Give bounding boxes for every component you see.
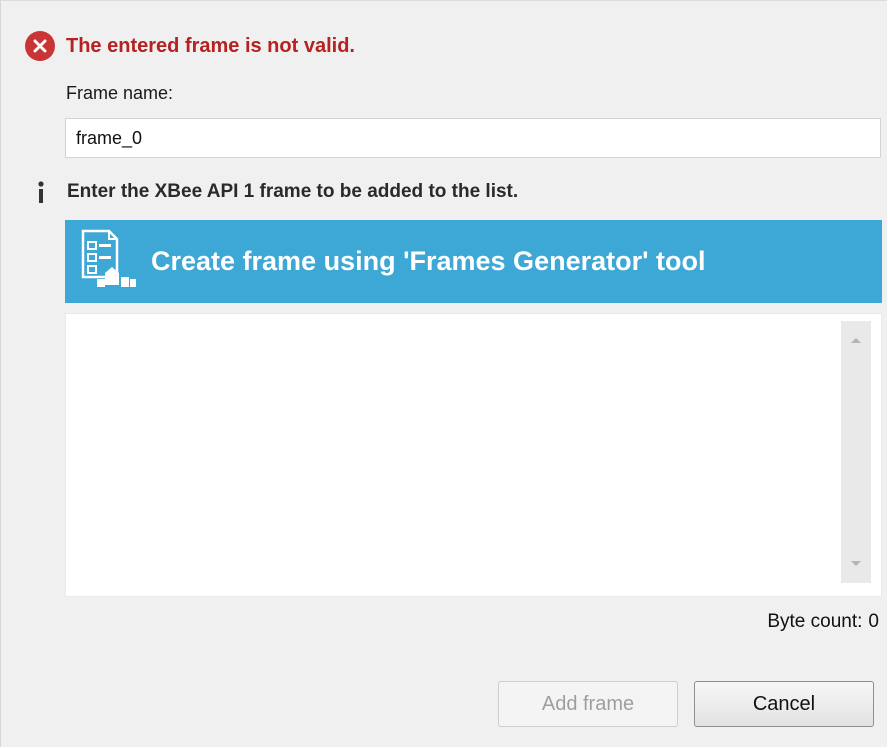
cancel-button[interactable]: Cancel bbox=[694, 681, 874, 727]
byte-count-value: 0 bbox=[868, 611, 879, 632]
frames-generator-button[interactable]: Create frame using 'Frames Generator' to… bbox=[65, 220, 882, 303]
error-icon bbox=[25, 31, 55, 61]
add-frame-button[interactable]: Add frame bbox=[498, 681, 678, 727]
scroll-down-arrow-icon[interactable] bbox=[841, 549, 871, 579]
frames-generator-icon bbox=[81, 229, 136, 287]
byte-count: Byte count: 0 bbox=[767, 611, 879, 633]
add-frame-dialog: The entered frame is not valid. Frame na… bbox=[0, 0, 887, 747]
error-message: The entered frame is not valid. bbox=[66, 34, 355, 57]
info-icon bbox=[28, 177, 54, 207]
frame-name-label: Frame name: bbox=[66, 83, 174, 103]
frame-bytes-textarea[interactable] bbox=[65, 313, 882, 597]
frames-generator-label: Create frame using 'Frames Generator' to… bbox=[151, 246, 706, 276]
frame-name-input[interactable] bbox=[65, 118, 881, 158]
byte-count-label: Byte count: bbox=[767, 611, 863, 632]
info-message: Enter the XBee API 1 frame to be added t… bbox=[67, 181, 519, 202]
vertical-scrollbar[interactable] bbox=[841, 321, 871, 583]
scroll-up-arrow-icon[interactable] bbox=[841, 325, 871, 355]
error-message-row: The entered frame is not valid. bbox=[25, 31, 355, 61]
info-message-row: Enter the XBee API 1 frame to be added t… bbox=[28, 177, 518, 207]
